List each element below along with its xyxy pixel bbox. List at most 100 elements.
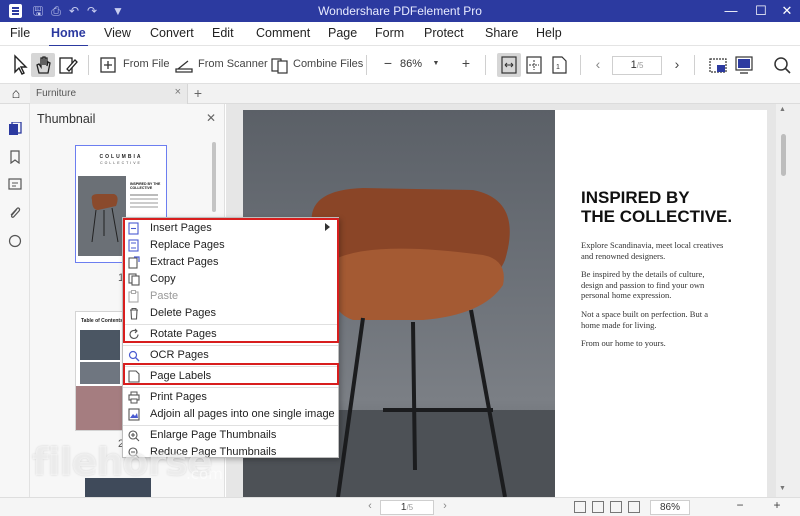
- fit-width-icon[interactable]: [497, 53, 521, 77]
- toolbar-divider: [580, 55, 581, 75]
- left-sidebar: [0, 104, 30, 516]
- toolbar-divider: [366, 55, 367, 75]
- select-tool-icon[interactable]: [8, 53, 32, 77]
- document-tab-bar: ⌂ Furniture × +: [0, 84, 800, 104]
- zoom-in-icon[interactable]: +: [459, 55, 473, 71]
- hand-tool-icon[interactable]: [31, 53, 55, 77]
- scroll-down-icon[interactable]: ▼: [779, 485, 786, 492]
- zoom-dropdown-chevron-icon[interactable]: ▼: [431, 60, 441, 67]
- highlight-box-page-labels: [123, 363, 339, 385]
- status-next-page-icon[interactable]: ›: [440, 500, 450, 512]
- comment-icon[interactable]: [8, 178, 22, 192]
- highlight-box-page-edit-group: [123, 218, 339, 343]
- actual-size-icon[interactable]: 1: [547, 53, 571, 77]
- next-page-icon[interactable]: ›: [671, 56, 683, 72]
- status-bar: ‹ 1/5 › 86% − +: [0, 497, 800, 516]
- menu-convert[interactable]: Convert: [150, 26, 194, 40]
- previous-page-icon[interactable]: ‹: [592, 56, 604, 72]
- watermark-logo: filehorse: [32, 440, 213, 484]
- paragraph-line: personal home expression.: [581, 290, 672, 300]
- menu-protect[interactable]: Protect: [424, 26, 464, 40]
- from-scanner-button[interactable]: From Scanner: [198, 58, 268, 70]
- menu-home[interactable]: Home: [49, 26, 88, 47]
- menu-divider: [123, 345, 338, 346]
- zoom-out-icon[interactable]: −: [381, 55, 395, 71]
- new-tab-icon[interactable]: +: [191, 85, 205, 101]
- maximize-icon[interactable]: ☐: [752, 2, 770, 20]
- scrollbar-thumb[interactable]: [781, 134, 786, 176]
- two-page-view-icon[interactable]: [610, 501, 622, 513]
- combine-icon[interactable]: [270, 53, 290, 77]
- toolbar-divider: [694, 55, 695, 75]
- presentation-icon[interactable]: [732, 53, 756, 77]
- close-tab-icon[interactable]: ×: [175, 86, 181, 98]
- attachment-icon[interactable]: [8, 206, 22, 220]
- toolbar: From File From Scanner Combine Files − 8…: [0, 46, 800, 84]
- toolbar-divider: [88, 55, 89, 75]
- page-number-input[interactable]: 1/5: [612, 56, 662, 75]
- edit-tool-icon[interactable]: [56, 53, 80, 77]
- single-page-view-icon[interactable]: [574, 501, 586, 513]
- minimize-icon[interactable]: —: [722, 2, 740, 20]
- menu-item-label: Adjoin all pages into one single image: [150, 408, 335, 420]
- scroll-up-icon[interactable]: ▲: [779, 106, 786, 113]
- toolbar-divider: [485, 55, 486, 75]
- status-zoom-field[interactable]: 86%: [650, 500, 690, 515]
- add-file-icon[interactable]: [98, 53, 118, 77]
- thumbnail-toc-image: [80, 362, 120, 384]
- menu-file[interactable]: File: [10, 26, 30, 40]
- status-zoom-out-icon[interactable]: −: [734, 498, 746, 512]
- page-context-menu: Insert Pages Replace Pages Extract Pages…: [122, 217, 339, 459]
- screenshot-icon[interactable]: [706, 53, 730, 77]
- paragraph-line: and renowned designers.: [581, 250, 666, 261]
- paragraph-line: design and passion to find your own: [581, 279, 705, 290]
- print-icon: [128, 391, 140, 404]
- close-panel-icon[interactable]: ✕: [206, 111, 216, 125]
- status-page-input[interactable]: 1/5: [380, 500, 434, 515]
- menu-bar: File Home View Convert Edit Comment Page…: [0, 22, 800, 47]
- page-paragraph: From our home to yours.: [581, 338, 666, 349]
- menu-comment[interactable]: Comment: [256, 26, 310, 40]
- page-total-value: /5: [636, 61, 644, 70]
- svg-text:1: 1: [556, 64, 560, 71]
- zoom-dropdown[interactable]: 86%: [400, 58, 422, 70]
- menu-view[interactable]: View: [104, 26, 131, 40]
- document-tab[interactable]: Furniture ×: [30, 84, 188, 104]
- menu-help[interactable]: Help: [536, 26, 562, 40]
- page-paragraph: Not a space built on perfection. But a h…: [581, 309, 708, 330]
- vertical-scrollbar[interactable]: ▲ ▼: [776, 104, 800, 497]
- continuous-view-icon[interactable]: [592, 501, 604, 513]
- thumbnail-panel-icon[interactable]: [8, 122, 22, 136]
- document-tab-name: Furniture: [36, 88, 77, 99]
- menu-form[interactable]: Form: [375, 26, 404, 40]
- fit-page-icon[interactable]: [522, 53, 546, 77]
- menu-share[interactable]: Share: [485, 26, 518, 40]
- menu-edit[interactable]: Edit: [212, 26, 234, 40]
- menu-item-ocr-pages[interactable]: OCR Pages: [123, 347, 338, 364]
- home-icon[interactable]: ⌂: [8, 85, 24, 101]
- page-heading-line: THE COLLECTIVE.: [581, 207, 733, 226]
- thumbnail-caption: INSPIRED BY THE COLLECTIVE: [130, 182, 161, 190]
- page-heading-line: INSPIRED BY: [581, 188, 690, 207]
- search-panel-icon[interactable]: [8, 234, 22, 248]
- menu-item-adjoin-pages[interactable]: Adjoin all pages into one single image: [123, 406, 338, 423]
- thumbnail-subtitle: COLLECTIVE: [100, 161, 142, 165]
- combine-files-button[interactable]: Combine Files: [293, 58, 363, 70]
- menu-item-print-pages[interactable]: Print Pages: [123, 389, 338, 406]
- status-zoom-in-icon[interactable]: +: [771, 498, 783, 512]
- search-icon[interactable]: [770, 53, 794, 77]
- thumbnail-title: COLUMBIA: [99, 154, 143, 160]
- thumbnail-text-lines: [130, 194, 158, 196]
- paragraph-line: home made for living.: [581, 319, 657, 330]
- paragraph-line: Be inspired by the details of culture,: [581, 269, 705, 279]
- status-page-total: /5: [406, 503, 414, 512]
- from-file-button[interactable]: From File: [123, 58, 169, 70]
- menu-page[interactable]: Page: [328, 26, 357, 40]
- close-window-icon[interactable]: ✕: [778, 2, 796, 20]
- bookmark-icon[interactable]: [8, 150, 22, 164]
- two-page-continuous-icon[interactable]: [628, 501, 640, 513]
- thumbnail-scrollbar[interactable]: [212, 142, 216, 212]
- scanner-icon[interactable]: [174, 53, 194, 77]
- title-bar: 🖫 ⎙ ↶ ↷ ▼ Wondershare PDFelement Pro — ☐…: [0, 0, 800, 22]
- status-previous-page-icon[interactable]: ‹: [365, 500, 375, 512]
